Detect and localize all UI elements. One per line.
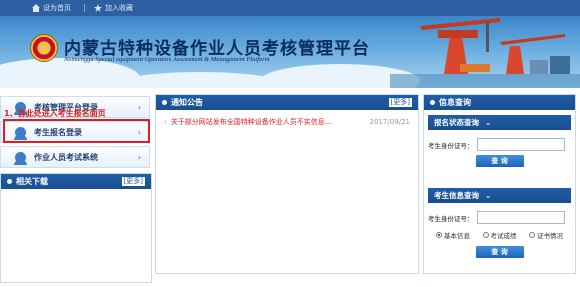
info-query-header: 信息查询 bbox=[424, 95, 575, 110]
chevron-right-icon: › bbox=[137, 152, 141, 162]
info-id-input[interactable] bbox=[476, 211, 565, 224]
set-homepage-label: 设为首页 bbox=[43, 4, 71, 12]
info-search-header[interactable]: 考生信息查询 ⌄ bbox=[428, 188, 571, 203]
status-id-row: 考生身份证号： bbox=[428, 138, 571, 151]
info-search-section: 考生信息查询 ⌄ 考生身份证号： 基本信息 考试成绩 证书情况 查 询 bbox=[428, 188, 571, 258]
info-query-button[interactable]: 查 询 bbox=[475, 246, 524, 258]
highlight-box bbox=[3, 119, 150, 143]
menu-item-label: 作业人员考试系统 bbox=[34, 152, 98, 162]
radio-unselected-icon bbox=[529, 232, 535, 238]
radio-certificate[interactable]: 证书情况 bbox=[529, 230, 563, 240]
notice-item-date: 2017/09/21 bbox=[369, 118, 410, 126]
info-type-radios: 基本信息 考试成绩 证书情况 bbox=[428, 230, 571, 240]
radio-exam-score[interactable]: 考试成绩 bbox=[482, 230, 517, 240]
bullet-icon bbox=[162, 100, 167, 105]
set-homepage-link[interactable]: 设为首页 bbox=[32, 3, 71, 13]
downloads-more-link[interactable]: [更多] bbox=[121, 177, 145, 186]
radio-unselected-icon bbox=[482, 232, 489, 238]
status-query-button[interactable]: 查 询 bbox=[475, 155, 524, 167]
chevron-down-icon: ⌄ bbox=[485, 118, 492, 127]
downloads-panel: 相关下载 [更多] bbox=[0, 173, 152, 283]
downloads-title: 相关下载 bbox=[16, 177, 48, 186]
arrow-icon: › bbox=[164, 118, 167, 126]
emblem-logo bbox=[30, 34, 58, 62]
radio-label: 基本信息 bbox=[444, 232, 470, 240]
annotation-text: 1、首此处进入考生报名面页 bbox=[4, 109, 106, 118]
bullet-icon bbox=[7, 179, 12, 184]
info-id-row: 考生身份证号： bbox=[428, 211, 571, 224]
site-subtitle: Neimenggu Special equipment Operators As… bbox=[64, 56, 270, 63]
radio-selected-icon bbox=[436, 232, 442, 238]
star-icon bbox=[94, 4, 102, 12]
notice-header: 通知公告 [更多] bbox=[156, 95, 418, 110]
status-id-input[interactable] bbox=[476, 138, 565, 151]
menu-item-exam-system[interactable]: 作业人员考试系统 › bbox=[0, 146, 150, 168]
user-icon bbox=[14, 151, 27, 165]
notice-title: 通知公告 bbox=[171, 98, 203, 107]
status-query-header[interactable]: 报名状态查询 ⌄ bbox=[428, 115, 571, 130]
info-id-label: 考生身份证号： bbox=[428, 214, 474, 223]
status-button-row: 查 询 bbox=[428, 155, 571, 167]
info-search-title: 考生信息查询 bbox=[434, 191, 479, 200]
info-query-title: 信息查询 bbox=[439, 98, 471, 107]
add-favorite-link[interactable]: 加入收藏 bbox=[94, 3, 133, 13]
top-bar: 设为首页 加入收藏 bbox=[0, 0, 580, 16]
status-query-section: 报名状态查询 ⌄ 考生身份证号： 查 询 bbox=[428, 115, 571, 167]
info-query-panel: 信息查询 报名状态查询 ⌄ 考生身份证号： 查 询 考生信息查询 ⌄ 考生身份证… bbox=[423, 94, 576, 274]
status-query-title: 报名状态查询 bbox=[434, 118, 479, 127]
notice-more-link[interactable]: [更多] bbox=[388, 98, 412, 107]
home-icon bbox=[32, 4, 40, 12]
radio-label: 考试成绩 bbox=[490, 232, 517, 240]
bullet-icon bbox=[430, 100, 435, 105]
radio-label: 证书情况 bbox=[537, 232, 563, 240]
port-crane-illustration bbox=[390, 18, 580, 88]
radio-basic-info[interactable]: 基本信息 bbox=[436, 230, 470, 240]
downloads-header: 相关下载 [更多] bbox=[1, 174, 151, 189]
chevron-right-icon: › bbox=[137, 102, 141, 112]
site-banner: 内蒙古特种设备作业人员考核管理平台 Neimenggu Special equi… bbox=[0, 16, 580, 88]
notice-item-title[interactable]: 关于部分网站发布全国特种设备作业人员不实信息... bbox=[171, 117, 332, 127]
notice-panel: 通知公告 [更多] › 关于部分网站发布全国特种设备作业人员不实信息... 20… bbox=[155, 94, 419, 274]
status-id-label: 考生身份证号： bbox=[428, 141, 474, 150]
notice-list-item[interactable]: › 关于部分网站发布全国特种设备作业人员不实信息... 2017/09/21 bbox=[164, 117, 410, 127]
info-button-row: 查 询 bbox=[428, 246, 571, 258]
add-favorite-label: 加入收藏 bbox=[105, 4, 133, 12]
chevron-down-icon: ⌄ bbox=[485, 191, 492, 200]
top-bar-divider bbox=[84, 4, 85, 12]
